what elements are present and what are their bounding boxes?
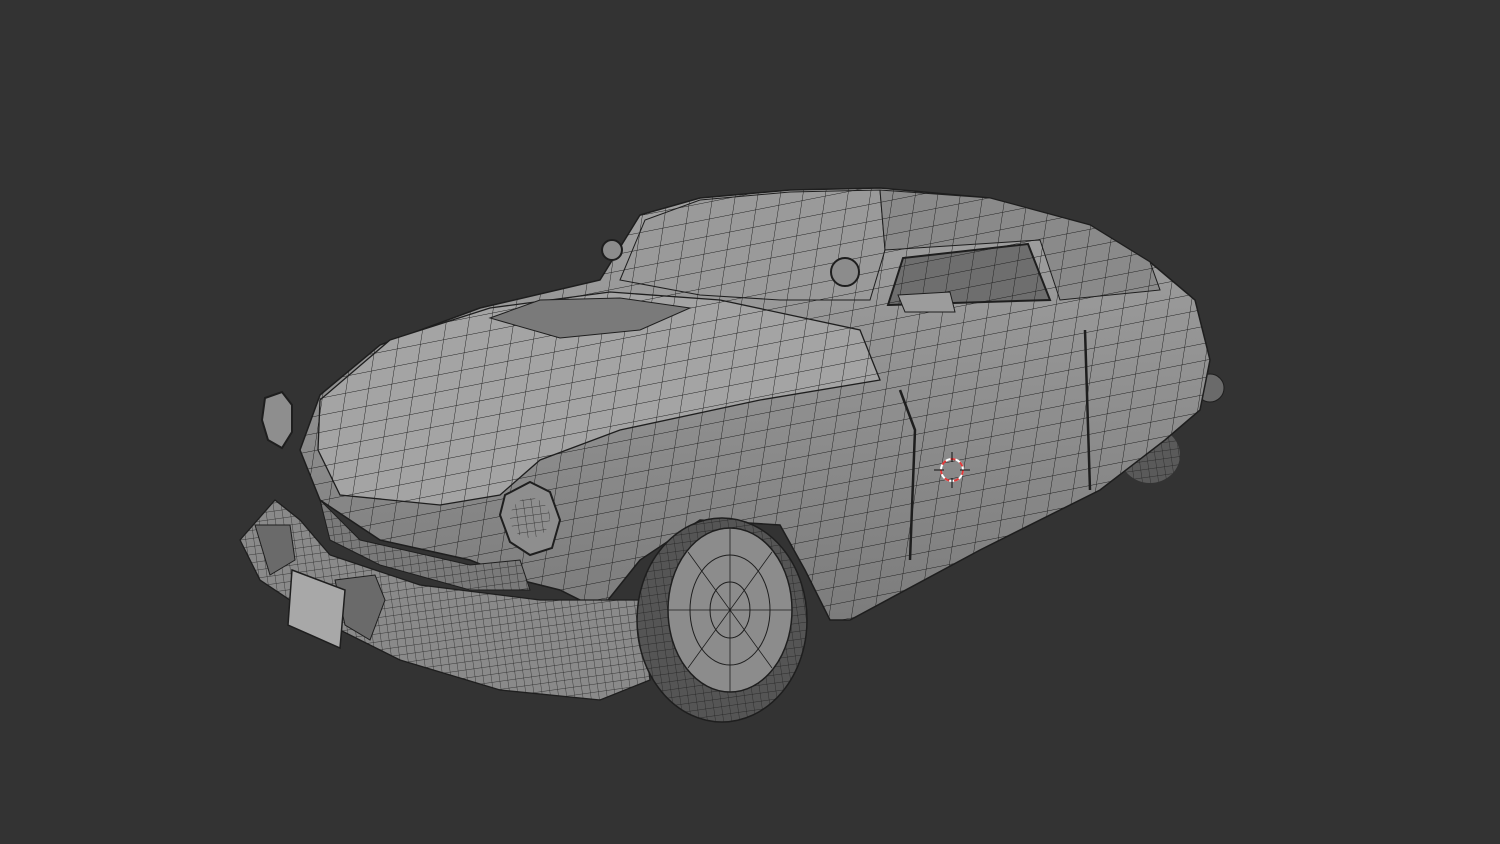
car-model-wireframe[interactable]: [0, 0, 1500, 844]
3d-viewport[interactable]: [0, 0, 1500, 844]
spotlight-right: [830, 257, 860, 287]
headlight-left: [260, 390, 293, 450]
front-wheel: [636, 517, 808, 723]
spotlight-left: [601, 239, 623, 261]
side-mirror: [897, 291, 956, 313]
